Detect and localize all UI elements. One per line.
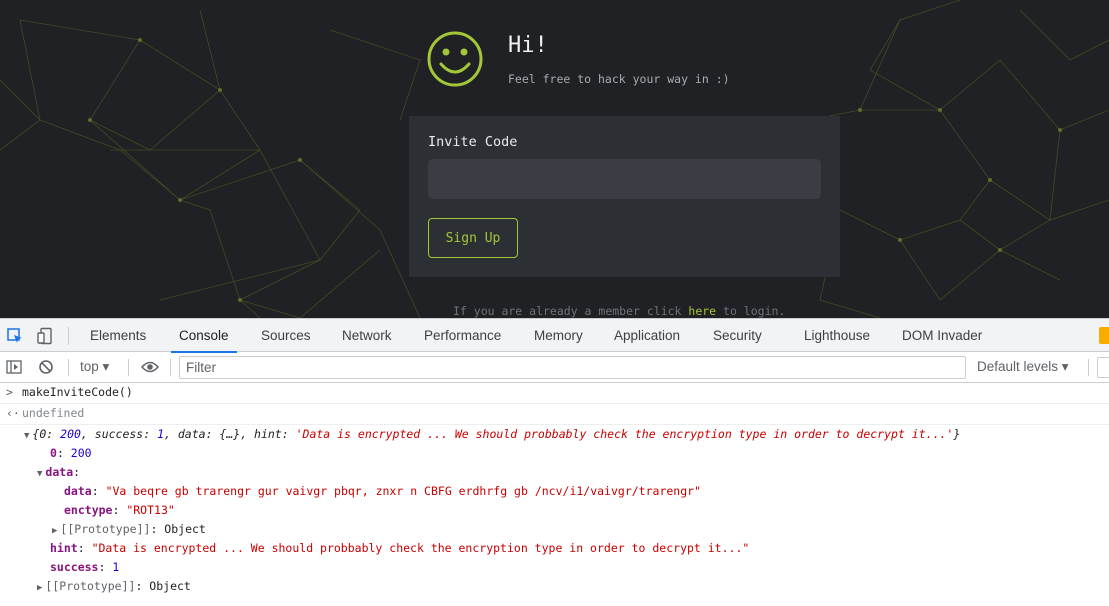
invite-code-input[interactable]: [428, 159, 821, 199]
property-key: success: [50, 560, 99, 574]
property-key: 0: [50, 446, 57, 460]
summary-key-data: , data: {…}, hint:: [164, 427, 296, 441]
console-command: makeInviteCode(): [22, 385, 133, 399]
tab-network[interactable]: Network: [342, 319, 392, 352]
property-hint: hint: "Data is encrypted ... We should p…: [50, 541, 750, 555]
result-arrow-icon: ‹·: [6, 406, 20, 420]
tab-console[interactable]: Console: [171, 319, 236, 353]
warning-badge-icon[interactable]: [1099, 327, 1109, 344]
login-hint: If you are already a member click here t…: [453, 304, 785, 318]
console-divider: [0, 403, 1109, 404]
eye-icon[interactable]: [141, 360, 159, 374]
property-prototype-inner[interactable]: ▶ [[Prototype]]: Object: [52, 520, 206, 539]
summary-key-0: 0:: [39, 427, 61, 441]
tabbar-separator: [68, 327, 69, 345]
property-value: "Va beqre gb trarengr gur vaivgr pbqr, z…: [105, 484, 701, 498]
tab-elements[interactable]: Elements: [90, 319, 146, 352]
tab-lighthouse[interactable]: Lighthouse: [804, 319, 870, 352]
property-key: enctype: [64, 503, 113, 517]
summary-val-success: 1: [157, 427, 165, 441]
property-key: data: [64, 484, 92, 498]
login-hint-suffix: to login.: [716, 304, 786, 318]
devtools-tabbar: Elements Console Sources Network Perform…: [0, 319, 1109, 353]
property-key: data: [45, 465, 74, 479]
property-value: "ROT13": [126, 503, 175, 517]
summary-val-hint: 'Data is encrypted ... We should probbab…: [295, 427, 954, 441]
log-levels-dropdown[interactable]: Default levels ▾: [977, 359, 1069, 375]
property-value: "Data is encrypted ... We should probbab…: [91, 541, 750, 555]
console-result: undefined: [22, 406, 85, 420]
property-key: [[Prototype]]: [60, 522, 151, 536]
property-data[interactable]: ▼ data:: [37, 463, 80, 482]
devtools-panel: Elements Console Sources Network Perform…: [0, 318, 1109, 606]
greeting-heading: Hi!: [508, 33, 548, 58]
summary-brace-close: }: [953, 427, 961, 441]
sign-up-button[interactable]: Sign Up: [428, 218, 518, 258]
object-summary[interactable]: ▼ {0: 200, success: 1, data: {…}, hint: '…: [24, 425, 960, 444]
login-link[interactable]: here: [688, 304, 716, 318]
property-data-data: data: "Va beqre gb trarengr gur vaivgr p…: [64, 484, 701, 498]
toolbar-separator: [170, 359, 171, 376]
tab-performance[interactable]: Performance: [424, 319, 501, 352]
tab-security[interactable]: Security: [713, 319, 762, 352]
property-key: hint: [50, 541, 78, 555]
property-0: 0: 200: [50, 446, 92, 460]
property-key: [[Prototype]]: [45, 579, 136, 593]
summary-val-0: 200: [60, 427, 81, 441]
toolbar-separator: [1088, 359, 1089, 376]
summary-key-success: , success:: [80, 427, 158, 441]
toolbar-separator: [68, 359, 69, 376]
tab-application[interactable]: Application: [614, 319, 680, 352]
expand-triangle-icon[interactable]: ▼: [37, 465, 42, 484]
property-value: 200: [70, 446, 92, 460]
toolbar-separator: [128, 359, 129, 376]
tab-sources[interactable]: Sources: [261, 319, 311, 352]
tab-memory[interactable]: Memory: [534, 319, 583, 352]
prompt-icon: >: [6, 385, 13, 399]
invite-form-card: Invite Code Sign Up: [409, 116, 840, 277]
inspect-element-icon[interactable]: [6, 327, 24, 345]
context-selector[interactable]: top ▾: [80, 359, 109, 375]
collapse-triangle-icon[interactable]: ▶: [37, 579, 42, 598]
console-filter-input[interactable]: [179, 356, 966, 379]
greeting-subtitle: Feel free to hack your way in :): [508, 72, 730, 86]
expand-triangle-icon[interactable]: ▼: [24, 427, 29, 446]
issues-button[interactable]: [1097, 357, 1109, 378]
smiley-logo-icon: [427, 31, 483, 87]
property-success: success: 1: [50, 560, 120, 574]
webpage-viewport: Hi! Feel free to hack your way in :) Inv…: [0, 0, 1109, 318]
tab-dom-invader[interactable]: DOM Invader: [902, 319, 982, 352]
clear-console-icon[interactable]: [38, 359, 54, 375]
property-value: Object: [164, 522, 206, 536]
property-value: 1: [112, 560, 120, 574]
property-prototype-outer[interactable]: ▶ [[Prototype]]: Object: [37, 577, 191, 596]
sidebar-toggle-icon[interactable]: [6, 359, 22, 375]
console-toolbar: top ▾ Default levels ▾: [0, 352, 1109, 383]
invite-code-label: Invite Code: [428, 134, 518, 150]
device-toolbar-icon[interactable]: [37, 327, 55, 345]
property-value: Object: [149, 579, 191, 593]
login-hint-prefix: If you are already a member click: [453, 304, 689, 318]
property-enctype: enctype: "ROT13": [64, 503, 175, 517]
